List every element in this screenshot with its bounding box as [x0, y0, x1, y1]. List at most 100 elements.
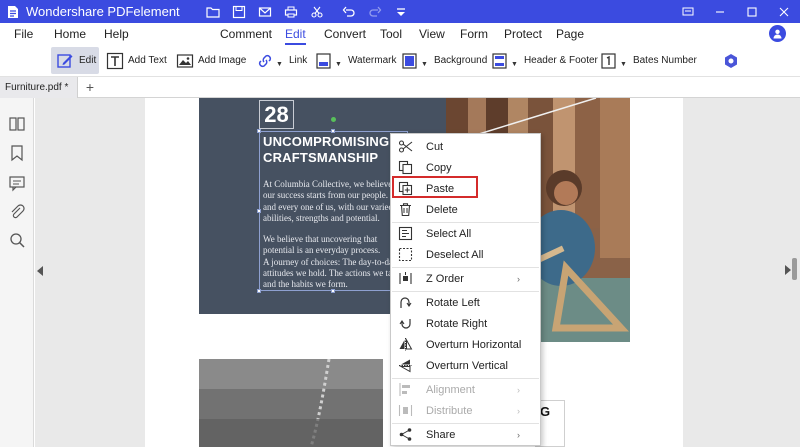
header-footer-icon: [492, 52, 507, 69]
distribute-label: Distribute: [426, 404, 473, 417]
attachment-icon[interactable]: [8, 203, 26, 221]
menu-item-overturn-horizontal[interactable]: Overturn Horizontal: [391, 334, 540, 355]
menu-item-alignment[interactable]: Alignment ›: [391, 379, 540, 400]
bates-number-button[interactable]: ▼ Bates Number: [600, 47, 697, 74]
menu-view[interactable]: View: [419, 23, 445, 45]
submenu-arrow-icon: ›: [517, 273, 520, 284]
cut-label: Cut: [426, 140, 444, 153]
user-avatar[interactable]: [769, 25, 786, 42]
menu-item-rotate-right[interactable]: Rotate Right: [391, 313, 540, 334]
maximize-icon[interactable]: [736, 0, 768, 23]
menu-item-share[interactable]: Share ›: [391, 424, 540, 445]
close-icon[interactable]: [768, 0, 800, 23]
save-icon[interactable]: [226, 0, 252, 23]
menu-item-select-all[interactable]: Select All: [391, 223, 540, 244]
background-button[interactable]: ▼ Background: [401, 47, 487, 74]
collapse-left-panel-icon[interactable]: [37, 266, 43, 276]
edit-button[interactable]: Edit: [51, 47, 99, 74]
feedback-icon[interactable]: [672, 0, 704, 23]
share-label: Share: [426, 428, 456, 441]
customize-dropdown-icon[interactable]: [388, 0, 414, 23]
bates-number-label: Bates Number: [632, 55, 697, 66]
add-text-label: Add Text: [128, 55, 167, 66]
menu-tool[interactable]: Tool: [380, 23, 402, 45]
menu-convert[interactable]: Convert: [324, 23, 366, 45]
bates-number-icon: [601, 52, 616, 69]
header-footer-label: Header & Footer: [523, 55, 598, 66]
resize-handle-left[interactable]: [257, 209, 261, 213]
bates-number-dropdown-icon: ▼: [620, 61, 627, 68]
thumbnails-icon[interactable]: [8, 115, 26, 133]
z-order-label: Z Order: [426, 272, 464, 285]
edit-icon: [57, 53, 73, 68]
rotate-right-label: Rotate Right: [426, 317, 488, 330]
page-number-box[interactable]: 28: [259, 100, 294, 129]
watermark-dropdown-icon: ▼: [335, 61, 342, 68]
app-title: Wondershare PDFelement: [26, 4, 180, 19]
menu-item-cut[interactable]: Cut: [391, 136, 540, 157]
menu-bar: File Home Help Comment Edit Convert Tool…: [0, 23, 800, 45]
vertical-scrollbar[interactable]: [792, 258, 797, 280]
menu-edit[interactable]: Edit: [285, 23, 306, 45]
mail-icon[interactable]: [252, 0, 278, 23]
background-label: Background: [433, 55, 488, 66]
menu-help[interactable]: Help: [104, 23, 129, 45]
resize-handle-bottom[interactable]: [331, 289, 335, 293]
watermark-button[interactable]: ▼ Watermark: [315, 47, 396, 74]
menu-file[interactable]: File: [14, 23, 33, 45]
background-dropdown-icon: ▼: [421, 61, 428, 68]
rotation-handle[interactable]: [331, 117, 336, 122]
scissors-icon[interactable]: [304, 0, 330, 23]
overturn-vertical-label: Overturn Vertical: [426, 359, 508, 372]
comment-icon[interactable]: [8, 174, 26, 192]
folder-icon[interactable]: [200, 0, 226, 23]
menu-form[interactable]: Form: [460, 23, 488, 45]
select-all-icon: [398, 226, 413, 241]
link-button[interactable]: ▼ Link: [256, 47, 307, 74]
print-icon[interactable]: [278, 0, 304, 23]
add-image-button[interactable]: Add Image: [176, 47, 246, 74]
hexagon-plugin-icon: [725, 53, 737, 68]
alignment-icon: [398, 382, 413, 397]
plugin-button[interactable]: [722, 47, 740, 74]
title-bar: Wondershare PDFelement: [0, 0, 800, 23]
link-label: Link: [288, 55, 308, 66]
resize-handle-top[interactable]: [331, 129, 335, 133]
menu-home[interactable]: Home: [54, 23, 86, 45]
deselect-all-label: Deselect All: [426, 248, 484, 261]
menu-item-delete[interactable]: Delete: [391, 199, 540, 220]
menu-item-distribute[interactable]: Distribute ›: [391, 400, 540, 421]
resize-handle-top-left[interactable]: [257, 129, 261, 133]
undo-icon[interactable]: [336, 0, 362, 23]
pdfelement-logo-icon: [8, 5, 18, 18]
minimize-icon[interactable]: [704, 0, 736, 23]
bookmark-icon[interactable]: [8, 144, 26, 162]
menu-item-copy[interactable]: Copy: [391, 157, 540, 178]
menu-page[interactable]: Page: [556, 23, 584, 45]
redo-icon[interactable]: [362, 0, 388, 23]
delete-label: Delete: [426, 203, 458, 216]
menu-item-deselect-all[interactable]: Deselect All: [391, 244, 540, 265]
tab-furniture-pdf[interactable]: Furniture.pdf *: [0, 77, 78, 98]
menu-item-z-order[interactable]: Z Order ›: [391, 268, 540, 289]
add-tab-button[interactable]: +: [83, 79, 97, 95]
submenu-arrow-icon: ›: [517, 429, 520, 440]
text-selection-box[interactable]: [259, 131, 408, 291]
add-text-button[interactable]: Add Text: [106, 47, 167, 74]
z-order-icon: [398, 271, 413, 286]
menu-comment[interactable]: Comment: [220, 23, 272, 45]
submenu-arrow-icon: ›: [517, 384, 520, 395]
user-icon: [773, 29, 782, 39]
menu-protect[interactable]: Protect: [504, 23, 542, 45]
menu-item-rotate-left[interactable]: Rotate Left: [391, 292, 540, 313]
distribute-icon: [398, 403, 413, 418]
watermark-icon: [316, 52, 331, 69]
resize-handle-bottom-left[interactable]: [257, 289, 261, 293]
collapse-right-panel-icon[interactable]: [785, 260, 791, 280]
search-icon[interactable]: [8, 231, 26, 249]
menu-item-overturn-vertical[interactable]: Overturn Vertical: [391, 355, 540, 376]
fabric-photo[interactable]: [199, 359, 383, 447]
overturn-horizontal-label: Overturn Horizontal: [426, 338, 522, 351]
watermark-label: Watermark: [347, 55, 397, 66]
header-footer-button[interactable]: ▼ Header & Footer: [491, 47, 598, 74]
